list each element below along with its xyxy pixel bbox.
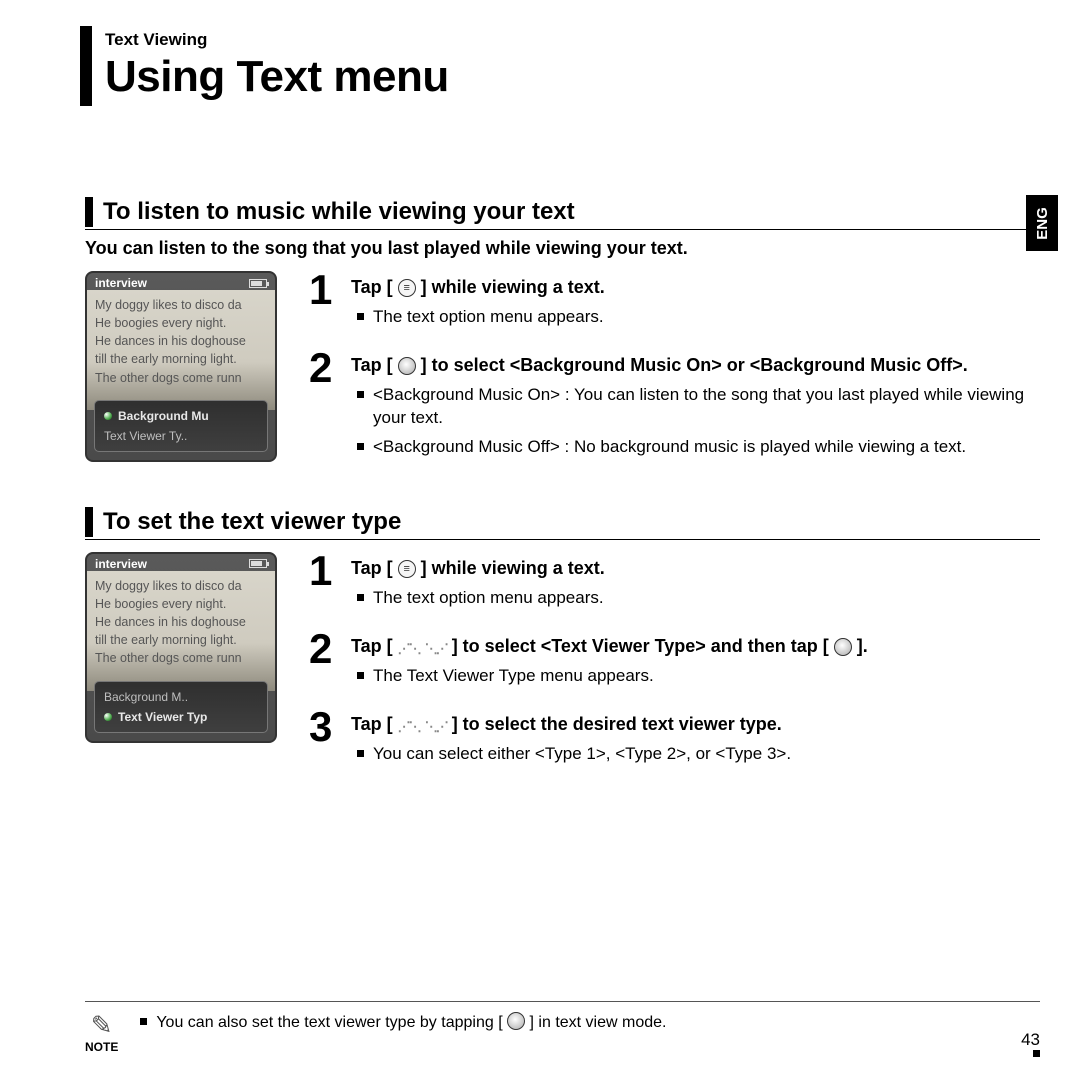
device-text-line: till the early morning light. — [95, 350, 267, 368]
device-text-line: He boogies every night. — [95, 314, 267, 332]
device-screenshot-2: interview My doggy likes to disco da He … — [85, 552, 277, 743]
language-tab: ENG — [1026, 195, 1058, 251]
menu-item: Text Viewer Ty.. — [102, 426, 260, 446]
menu-item: Background M.. — [102, 687, 260, 707]
step-1: 1 Tap [ ] while viewing a text. The text… — [309, 271, 1040, 335]
device-title: interview — [95, 276, 147, 290]
section-subheading: You can listen to the song that you last… — [85, 238, 1040, 259]
device-text-line: till the early morning light. — [95, 631, 267, 649]
step-number: 2 — [309, 630, 339, 694]
device-screenshot-1: interview My doggy likes to disco da He … — [85, 271, 277, 462]
title-bar — [80, 26, 92, 106]
step-2: 2 Tap [ ] to select <Background Music On… — [309, 349, 1040, 465]
section-listen-music: To listen to music while viewing your te… — [85, 197, 1040, 479]
device-title: interview — [95, 557, 147, 571]
selected-dot-icon — [104, 713, 112, 721]
select-icon — [507, 1012, 525, 1030]
menu-item-active: Background Mu — [102, 406, 260, 426]
bullet: The text option menu appears. — [351, 587, 1040, 610]
step-number: 1 — [309, 552, 339, 616]
menu-icon — [398, 279, 416, 297]
device-text-line: My doggy likes to disco da — [95, 577, 267, 595]
page-title: Using Text menu — [105, 52, 1040, 102]
down-icon: ⋱⋰ — [425, 641, 447, 657]
battery-icon — [249, 279, 267, 288]
device-popup-menu: Background M.. Text Viewer Typ — [94, 681, 268, 733]
step-title: Tap [ ⋰⋱ ⋱⋰ ] to select the desired text… — [351, 714, 782, 734]
select-icon — [834, 638, 852, 656]
menu-icon — [398, 560, 416, 578]
note-section: ✎ NOTE You can also set the text viewer … — [85, 1001, 1040, 1054]
language-label: ENG — [1034, 207, 1051, 240]
device-text-line: He dances in his doghouse — [95, 613, 267, 631]
step-title: Tap [ ⋰⋱ ⋱⋰ ] to select <Text Viewer Typ… — [351, 636, 868, 656]
note-text: You can also set the text viewer type by… — [136, 1012, 1003, 1032]
select-icon — [398, 357, 416, 375]
bullet: You can select either <Type 1>, <Type 2>… — [351, 743, 1040, 766]
bullet: The Text Viewer Type menu appears. — [351, 665, 1040, 688]
up-icon: ⋰⋱ — [398, 641, 420, 657]
step-title: Tap [ ] to select <Background Music On> … — [351, 355, 968, 375]
menu-item-active: Text Viewer Typ — [102, 707, 260, 727]
battery-icon — [249, 559, 267, 568]
step-2: 2 Tap [ ⋰⋱ ⋱⋰ ] to select <Text Viewer T… — [309, 630, 1040, 694]
step-number: 3 — [309, 708, 339, 772]
device-text-line: He boogies every night. — [95, 595, 267, 613]
device-popup-menu: Background Mu Text Viewer Ty.. — [94, 400, 268, 452]
step-number: 1 — [309, 271, 339, 335]
device-text-line: My doggy likes to disco da — [95, 296, 267, 314]
section-text-viewer-type: To set the text viewer type interview My… — [85, 507, 1040, 786]
section-heading: To listen to music while viewing your te… — [103, 198, 575, 226]
step-title: Tap [ ] while viewing a text. — [351, 277, 605, 297]
device-text-line: The other dogs come runn — [95, 369, 267, 387]
section-bar — [85, 197, 93, 227]
step-3: 3 Tap [ ⋰⋱ ⋱⋰ ] to select the desired te… — [309, 708, 1040, 772]
down-icon: ⋱⋰ — [425, 719, 447, 735]
breadcrumb: Text Viewing — [105, 30, 1040, 50]
note-label: NOTE — [85, 1040, 118, 1054]
page-number: 43 — [1021, 1030, 1040, 1054]
bullet: <Background Music Off> : No background m… — [351, 436, 1040, 459]
step-1: 1 Tap [ ] while viewing a text. The text… — [309, 552, 1040, 616]
up-icon: ⋰⋱ — [398, 719, 420, 735]
bullet: <Background Music On> : You can listen t… — [351, 384, 1040, 430]
section-heading: To set the text viewer type — [103, 508, 401, 536]
device-text-line: The other dogs come runn — [95, 649, 267, 667]
selected-dot-icon — [104, 412, 112, 420]
step-number: 2 — [309, 349, 339, 465]
note-pencil-icon: ✎ — [85, 1012, 118, 1038]
bullet: The text option menu appears. — [351, 306, 1040, 329]
section-bar — [85, 507, 93, 537]
device-text-line: He dances in his doghouse — [95, 332, 267, 350]
step-title: Tap [ ] while viewing a text. — [351, 558, 605, 578]
